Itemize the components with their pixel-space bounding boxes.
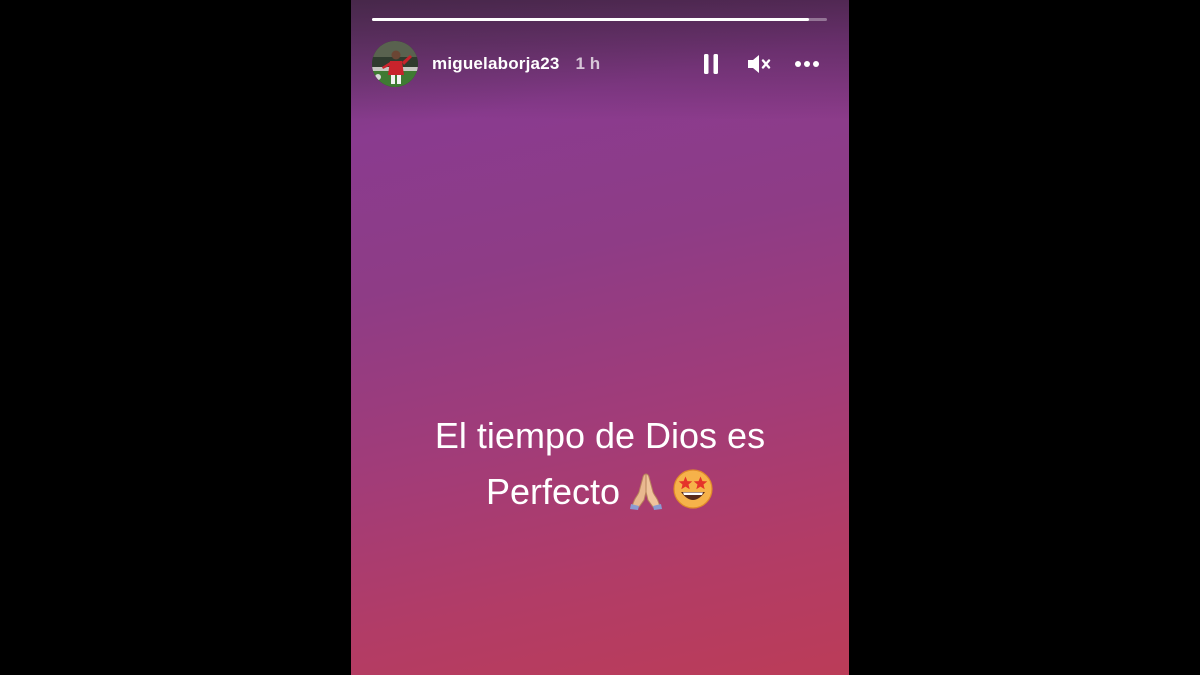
pause-icon [704,54,718,74]
muted-speaker-icon [748,55,771,73]
story-header: miguelaborja23 1 h [372,40,827,88]
star-struck-icon [672,468,714,526]
story-text-line-2-wrap: Perfecto [351,464,849,526]
viewer-backdrop: miguelaborja23 1 h El tiempo de Dios es … [0,0,1200,675]
story-text-line-2: Perfecto [485,471,621,512]
mute-button[interactable] [739,44,779,84]
more-options-icon [795,61,819,67]
pause-button[interactable] [691,44,731,84]
story-card[interactable]: miguelaborja23 1 h El tiempo de Dios es … [351,0,849,675]
story-text: El tiempo de Dios es Perfecto [351,408,849,526]
avatar-photo [372,41,418,87]
story-username[interactable]: miguelaborja23 [432,54,560,74]
story-text-line-1: El tiempo de Dios es [434,415,766,456]
avatar[interactable] [372,41,418,87]
story-timestamp: 1 h [575,54,601,73]
story-progress-bar [372,18,827,21]
folded-hands-icon [626,470,666,526]
story-controls [691,44,827,84]
more-options-button[interactable] [787,44,827,84]
story-progress-fill [372,18,809,21]
